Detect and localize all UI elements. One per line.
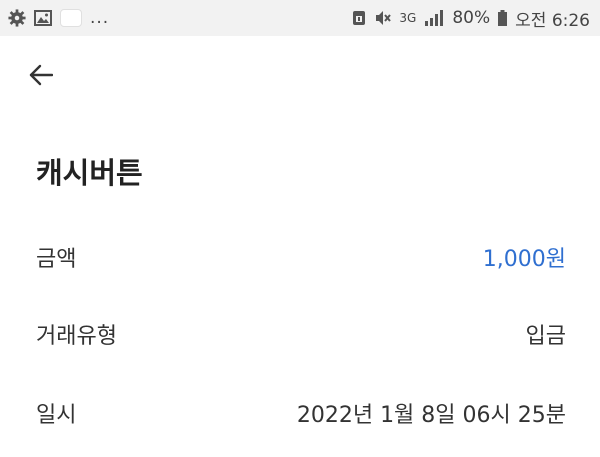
amount-value: 1,000원 [482, 247, 566, 272]
network-type-label: 3G [399, 11, 417, 25]
datetime-value: 2022년 1월 8일 06시 25분 [296, 403, 566, 428]
status-right: 3G 80% 오전 6:26 [351, 6, 590, 31]
transaction-type-value: 입금 [525, 324, 566, 349]
sim-alert-icon [353, 11, 366, 25]
status-bar: ... 3G 80% 오전 6:26 [0, 0, 600, 36]
app-notification-icon [60, 9, 82, 27]
row-label: 일시 [36, 403, 77, 428]
more-notifications-indicator: ... [90, 8, 110, 28]
row-label: 거래유형 [36, 324, 117, 349]
back-button[interactable] [26, 58, 56, 92]
clock: 오전 6:26 [515, 10, 590, 31]
detail-row-amount: 금액 1,000원 [36, 237, 566, 277]
detail-row-transaction-type: 거래유형 입금 [36, 314, 566, 354]
detail-row-datetime: 일시 2022년 1월 8일 06시 25분 [36, 393, 566, 433]
back-arrow-icon [29, 64, 53, 86]
image-notification-icon [34, 10, 52, 26]
row-label: 금액 [36, 247, 77, 272]
signal-strength-icon [425, 10, 444, 26]
settings-notification-icon [8, 9, 26, 27]
battery-icon [498, 10, 508, 26]
status-left: ... [8, 8, 109, 28]
page-title: 캐시버튼 [36, 156, 143, 190]
mute-icon [376, 11, 392, 25]
battery-percent: 80% [452, 8, 491, 28]
